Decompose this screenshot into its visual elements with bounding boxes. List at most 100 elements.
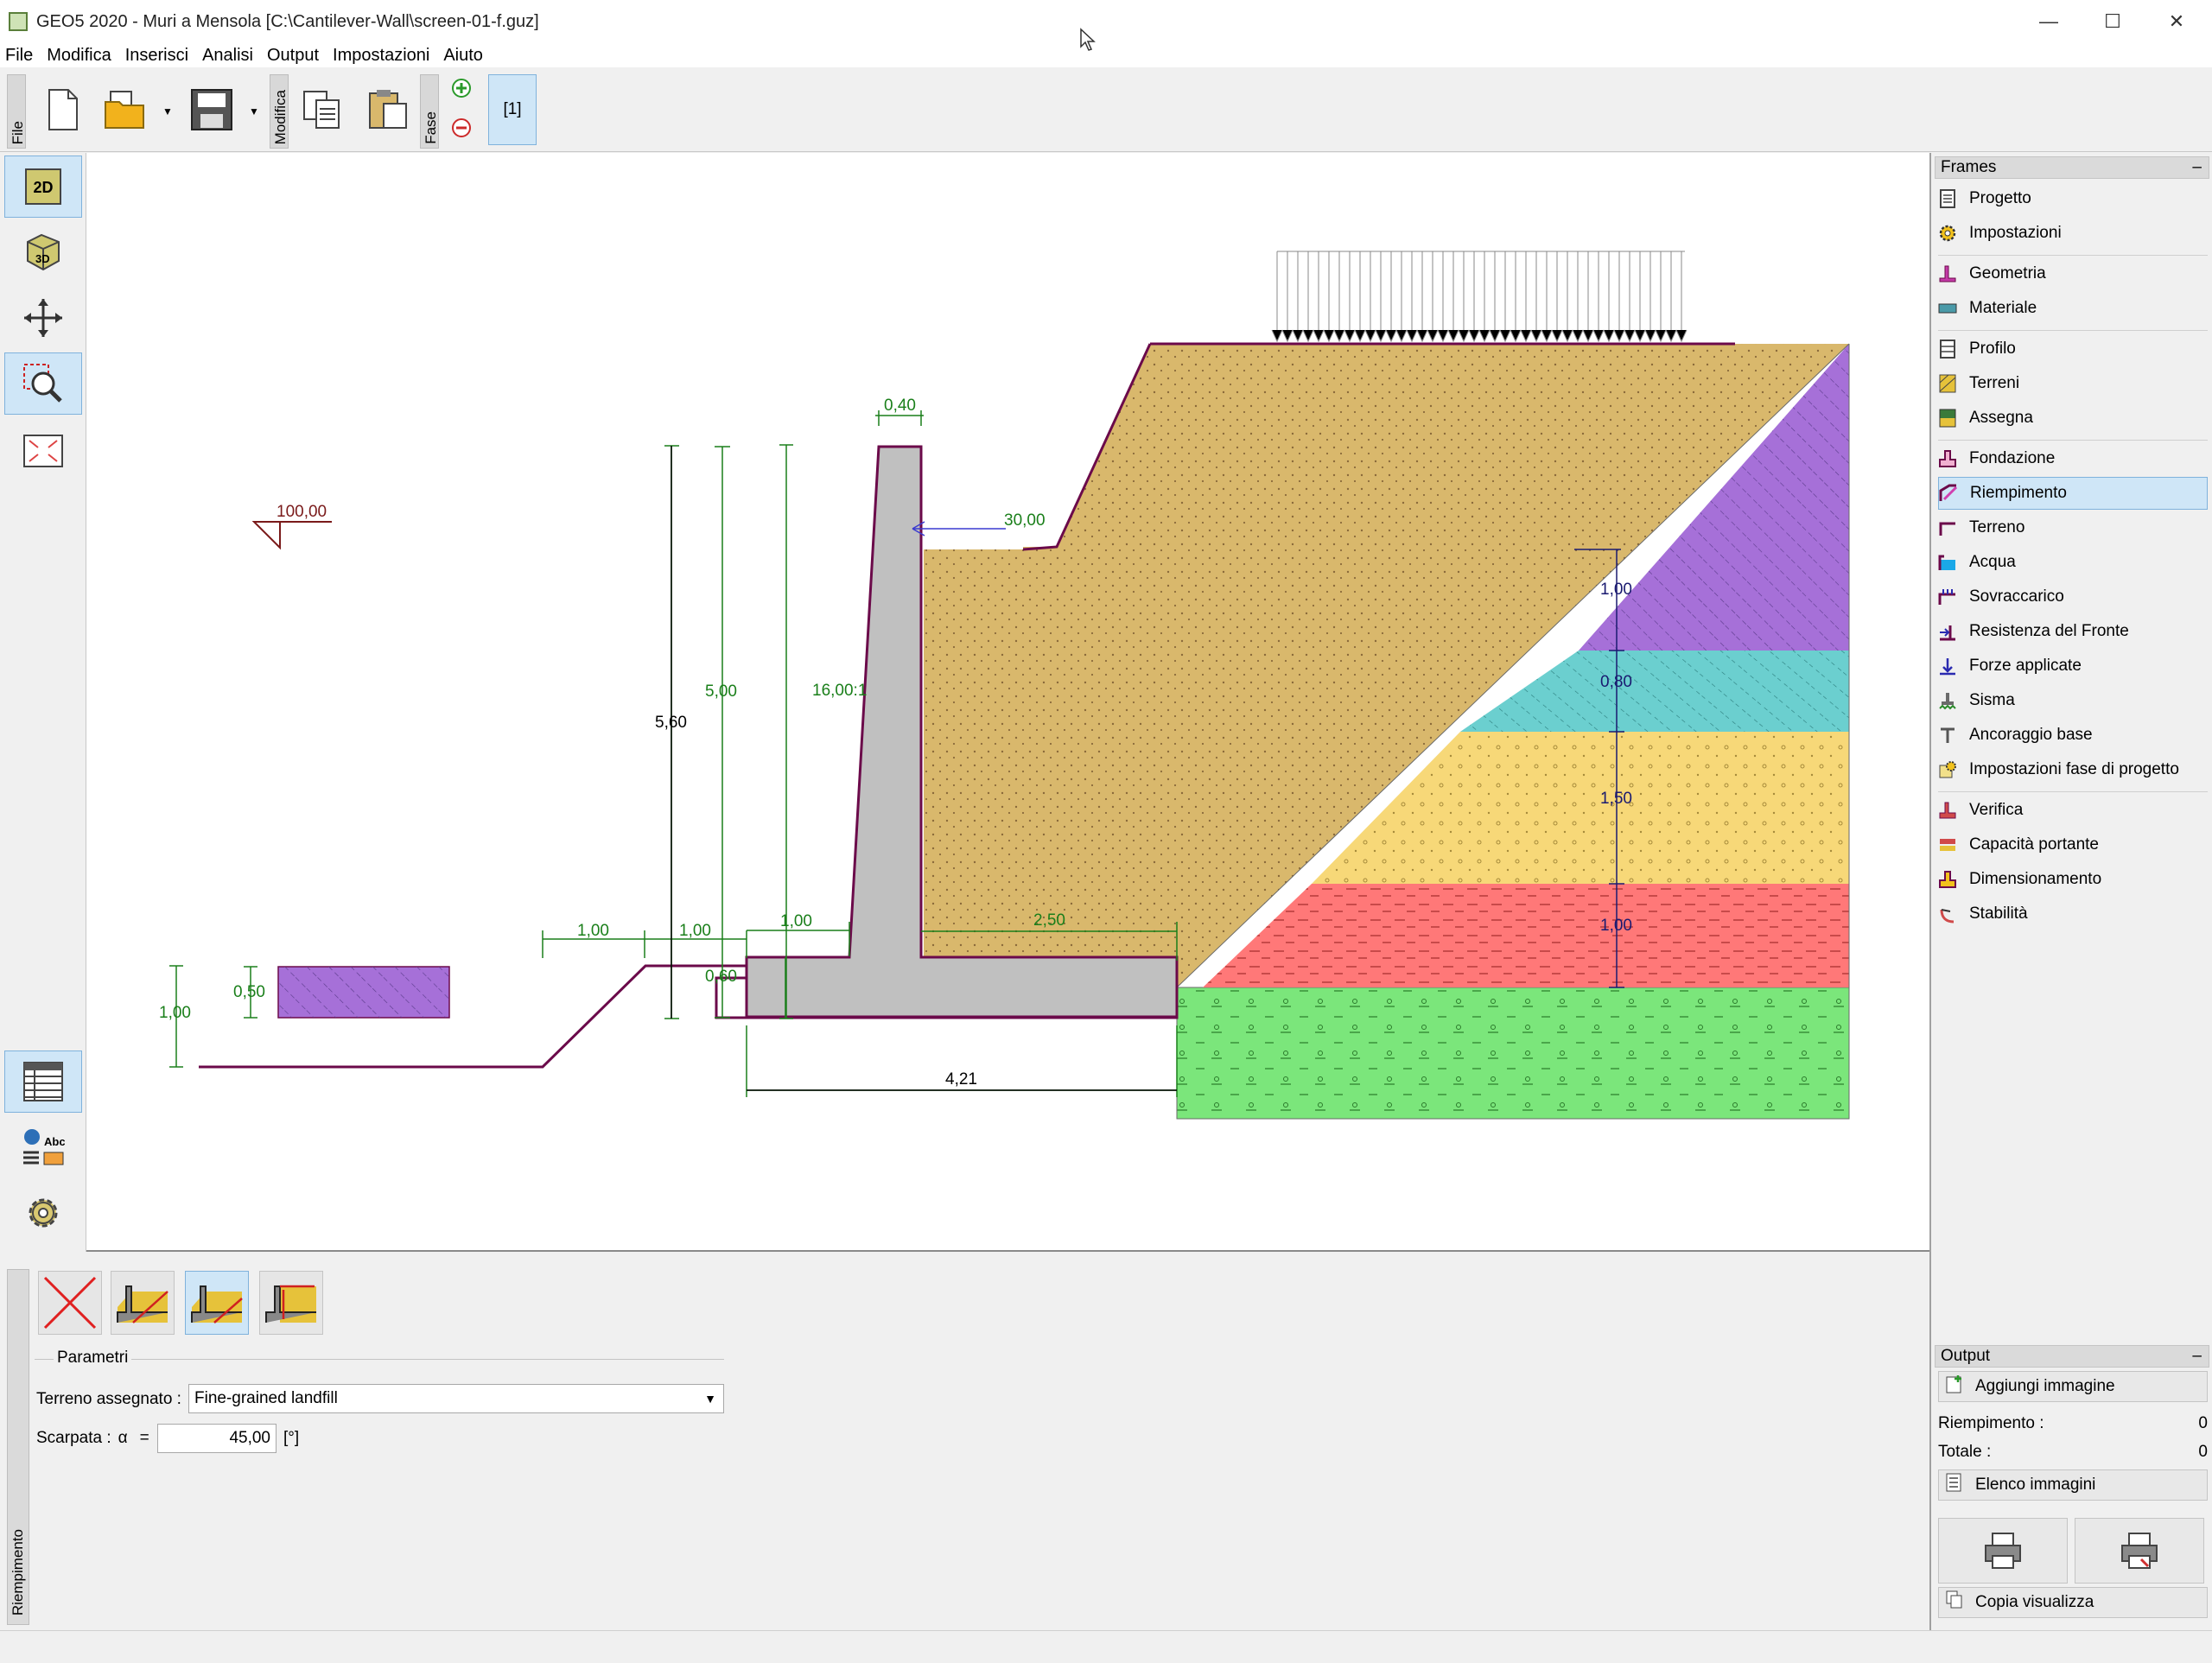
frame-assegna[interactable]: Assegna	[1938, 402, 2208, 435]
table-view-button[interactable]	[4, 1050, 82, 1113]
zoom-window-button[interactable]	[4, 352, 82, 415]
menu-impostazioni[interactable]: Impostazioni	[333, 46, 429, 66]
backfill-type-1-icon	[117, 1285, 168, 1323]
base-anchor-icon	[1938, 726, 1957, 745]
frame-capacita-portante[interactable]: Capacità portante	[1938, 828, 2208, 861]
frame-sisma[interactable]: Sisma	[1938, 684, 2208, 717]
menu-analisi[interactable]: Analisi	[202, 46, 253, 66]
menu-file[interactable]: File	[5, 46, 33, 66]
input-panel: Riempimento Parametri Terreno assegnato …	[0, 1252, 1929, 1630]
backfill-type-1-button[interactable]	[111, 1271, 175, 1335]
menu-modifica[interactable]: Modifica	[47, 46, 111, 66]
phase-1-button[interactable]: [1]	[488, 74, 537, 145]
frame-riempimento[interactable]: Riempimento	[1938, 477, 2208, 510]
remove-phase-icon[interactable]	[451, 117, 472, 138]
paste-icon	[369, 90, 407, 129]
dim-layer-2: 0,80	[1600, 673, 1632, 691]
dim-base-thickness: 0,60	[705, 968, 737, 986]
right-panel: Frames – Progetto Impostazioni Geometria …	[1929, 153, 2212, 1630]
list-images-button[interactable]: Elenco immagini	[1938, 1469, 2208, 1501]
labels-style-icon: Abc	[23, 1129, 65, 1165]
add-image-icon	[1946, 1374, 1963, 1399]
view-2d-button[interactable]: 2D	[4, 156, 82, 218]
dim-front-a: 1,00	[577, 922, 609, 940]
menu-inserisci[interactable]: Inserisci	[125, 46, 188, 66]
save-file-button[interactable]	[185, 79, 238, 140]
frame-profilo[interactable]: Profilo	[1938, 333, 2208, 365]
riempimento-side-tab: Riempimento	[7, 1269, 29, 1625]
soil-assigned-select[interactable]: Fine-grained landfill ▼	[188, 1384, 724, 1413]
frame-dimensionamento[interactable]: Dimensionamento	[1938, 863, 2208, 896]
open-file-button[interactable]	[99, 79, 152, 140]
add-image-button[interactable]: Aggiungi immagine	[1938, 1371, 2208, 1402]
dim-top-width: 0,40	[884, 397, 916, 415]
backfill-type-2-icon	[191, 1285, 243, 1323]
frame-materiale[interactable]: Materiale	[1938, 292, 2208, 325]
menu-bar: File Modifica Inserisci Analisi Output I…	[0, 43, 2212, 67]
soils-icon	[1938, 374, 1957, 393]
frame-impostazioni-fase[interactable]: Impostazioni fase di progetto	[1938, 753, 2208, 786]
surcharge-load	[1271, 251, 1688, 343]
pan-move-button[interactable]	[4, 287, 82, 349]
frame-ancoraggio-base[interactable]: Ancoraggio base	[1938, 719, 2208, 752]
assign-icon	[1938, 409, 1957, 428]
frame-geometria[interactable]: Geometria	[1938, 257, 2208, 290]
paste-data-button[interactable]	[361, 79, 415, 140]
output-collapse-button[interactable]: –	[2192, 1346, 2202, 1367]
verification-icon	[1938, 801, 1957, 820]
water-icon	[1938, 553, 1957, 572]
applied-forces-icon	[1938, 657, 1957, 676]
gear-icon	[29, 1198, 58, 1228]
printer-export-icon	[2121, 1533, 2158, 1569]
copy-icon	[303, 91, 340, 129]
maximize-button[interactable]: ☐	[2081, 0, 2145, 43]
gear-icon	[1938, 224, 1957, 243]
wall-drawing[interactable]: 100,00 0,40 5,00 16,00:1 30,00 1,00 1,00…	[86, 153, 1929, 1252]
drawing-style-button[interactable]: Abc	[4, 1116, 82, 1178]
close-button[interactable]: ✕	[2145, 0, 2209, 43]
minimize-button[interactable]: —	[2017, 0, 2081, 43]
copy-view-button[interactable]: Copia visualizza	[1938, 1587, 2208, 1618]
output-row-riempimento: Riempimento :0	[1938, 1414, 2208, 1432]
terrain-icon	[1938, 518, 1957, 537]
dim-total-height: 5,60	[655, 714, 687, 732]
menu-aiuto[interactable]: Aiuto	[443, 46, 483, 66]
export-pdf-button[interactable]	[2075, 1518, 2204, 1584]
frame-resistenza-fronte[interactable]: Resistenza del Fronte	[1938, 615, 2208, 648]
move-arrows-icon	[24, 299, 62, 337]
slope-unit: [°]	[283, 1429, 300, 1447]
save-dropdown-arrow-icon[interactable]: ▼	[249, 105, 261, 117]
frame-forze-applicate[interactable]: Forze applicate	[1938, 650, 2208, 682]
slope-angle-input[interactable]: 45,00	[157, 1424, 276, 1453]
output-header: Output –	[1935, 1345, 2209, 1368]
output-row-totale: Totale :0	[1938, 1443, 2208, 1461]
dim-front-b: 1,00	[679, 922, 711, 940]
frame-terreno[interactable]: Terreno	[1938, 511, 2208, 544]
frame-verifica[interactable]: Verifica	[1938, 794, 2208, 827]
frame-acqua[interactable]: Acqua	[1938, 546, 2208, 579]
frame-stabilita[interactable]: Stabilità	[1938, 898, 2208, 930]
settings-button[interactable]	[4, 1182, 82, 1244]
svg-text:2D: 2D	[33, 179, 53, 196]
foundation-icon	[1938, 449, 1957, 468]
backfill-type-3-button[interactable]	[259, 1271, 323, 1335]
frame-impostazioni[interactable]: Impostazioni	[1938, 217, 2208, 250]
zoom-extents-button[interactable]	[4, 420, 82, 482]
frame-progetto[interactable]: Progetto	[1938, 182, 2208, 215]
add-phase-icon[interactable]	[451, 78, 472, 98]
frame-sovraccarico[interactable]: Sovraccarico	[1938, 581, 2208, 613]
frame-fondazione[interactable]: Fondazione	[1938, 442, 2208, 475]
remove-backfill-button[interactable]	[38, 1271, 102, 1335]
menu-output[interactable]: Output	[267, 46, 319, 66]
frame-terreni[interactable]: Terreni	[1938, 367, 2208, 400]
print-button[interactable]	[1938, 1518, 2068, 1584]
drawing-canvas[interactable]: 100,00 0,40 5,00 16,00:1 30,00 1,00 1,00…	[86, 153, 1929, 1252]
new-file-button[interactable]	[36, 79, 90, 140]
view-3d-button[interactable]: 3D	[4, 219, 82, 282]
frames-collapse-button[interactable]: –	[2192, 157, 2202, 178]
backfill-type-2-button[interactable]	[185, 1271, 249, 1335]
status-bar	[0, 1630, 2212, 1663]
copy-data-button[interactable]	[296, 79, 349, 140]
open-dropdown-arrow-icon[interactable]: ▼	[162, 105, 175, 117]
zoom-magnifier-icon	[23, 364, 62, 403]
